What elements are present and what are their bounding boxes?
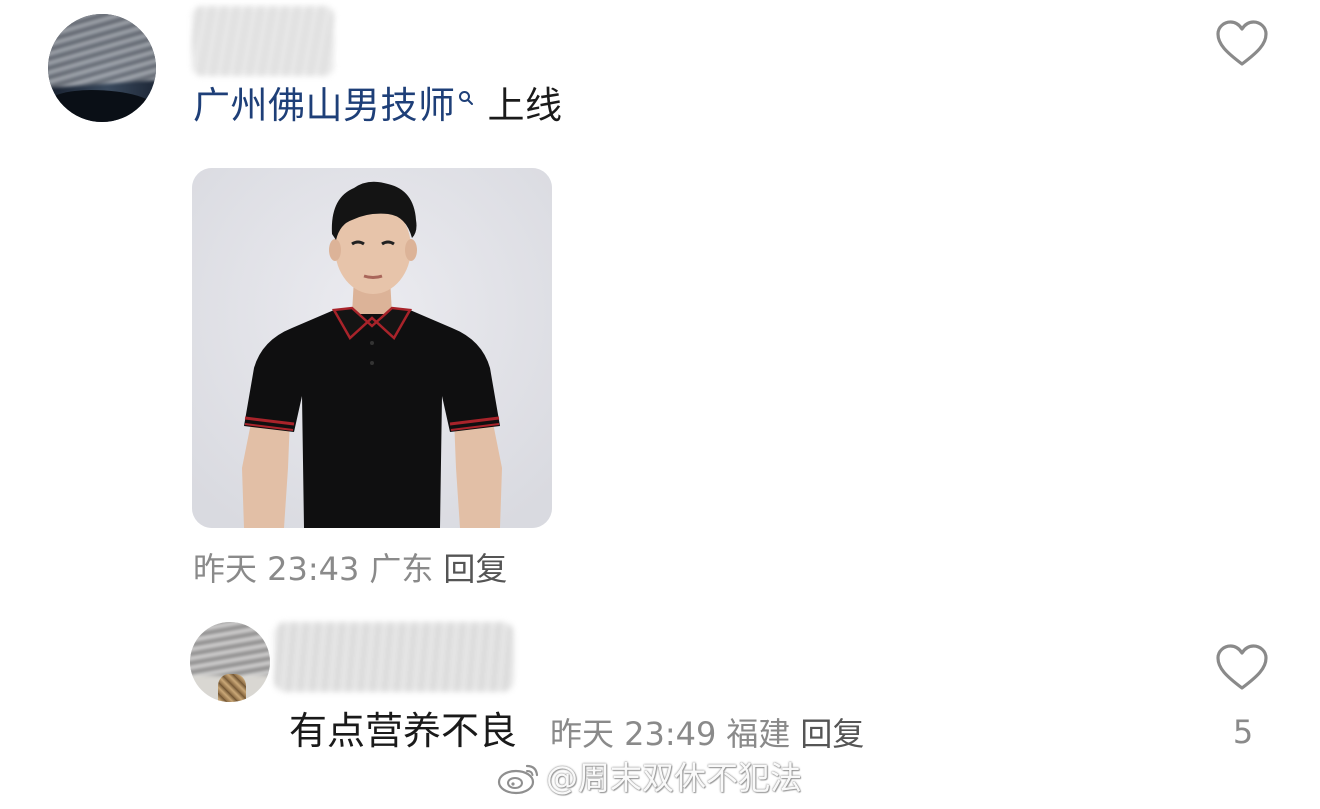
weibo-watermark: @周末双休不犯法 [496, 756, 802, 800]
reply-time: 昨天 23:49 [550, 715, 717, 753]
avatar-blur-mask [48, 14, 156, 90]
reply-commenter-name-blurred[interactable] [274, 622, 514, 692]
avatar-landscape [48, 90, 156, 122]
search-icon[interactable] [458, 90, 474, 106]
watermark-text: @周末双休不犯法 [546, 759, 803, 797]
commenter-name-blurred[interactable] [192, 6, 334, 76]
reply-comment-meta: 昨天 23:49 福建 回复 [550, 712, 874, 756]
reply-button[interactable]: 回复 [800, 715, 864, 753]
commenter-avatar[interactable] [48, 14, 156, 122]
comment-text-suffix: 上线 [487, 84, 563, 127]
person-photo-illustration [192, 168, 552, 528]
like-heart-icon[interactable] [1214, 642, 1270, 692]
comment-photo[interactable] [192, 168, 552, 528]
search-link[interactable]: 广州佛山男技师 [193, 84, 456, 127]
reply-commenter-avatar[interactable] [190, 622, 270, 702]
like-heart-icon[interactable] [1214, 18, 1270, 68]
comment-body: 广州佛山男技师 上线 [193, 84, 563, 128]
comment-meta: 昨天 23:43 广东 回复 [193, 547, 517, 591]
avatar-figure [218, 674, 246, 702]
weibo-logo-icon [497, 764, 539, 795]
reply-comment-body: 有点营养不良 [289, 709, 518, 753]
like-count: 5 [1232, 713, 1254, 751]
avatar-blur-mask [190, 622, 270, 676]
reply-location: 福建 [726, 715, 791, 753]
reply-button[interactable]: 回复 [443, 550, 507, 588]
comment-location: 广东 [369, 550, 434, 588]
comment-time: 昨天 23:43 [193, 550, 360, 588]
